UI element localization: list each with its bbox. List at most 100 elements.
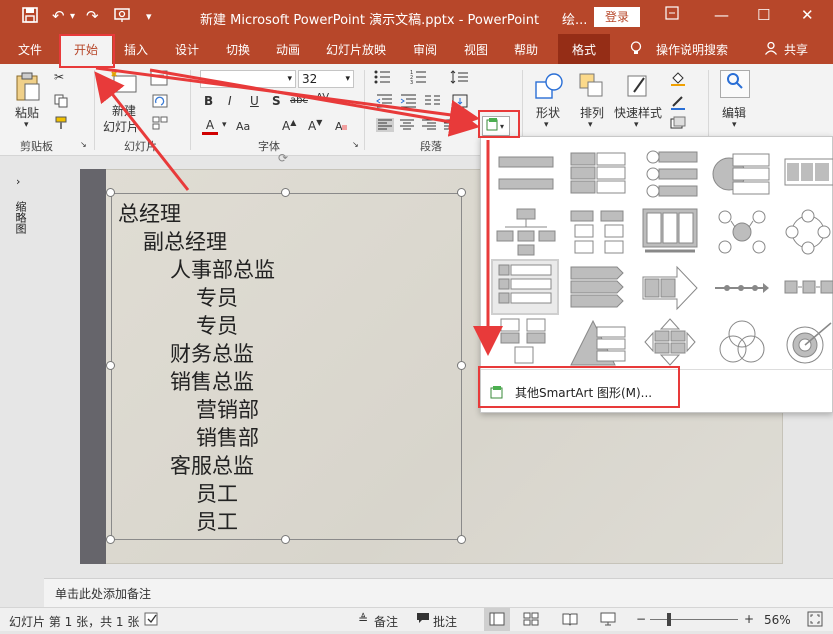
new-slide-label-2[interactable]: 幻灯片 (103, 118, 139, 135)
shadow-icon[interactable]: S (272, 94, 281, 108)
notes-icon[interactable]: ≜ (358, 612, 368, 626)
editing-button[interactable]: 编辑 (722, 104, 746, 121)
tab-transitions[interactable]: 切换 (226, 41, 250, 58)
format-painter-icon[interactable] (54, 116, 70, 133)
tab-insert[interactable]: 插入 (124, 41, 148, 58)
resize-handle[interactable] (457, 535, 466, 544)
outline-item[interactable]: 销售部 (196, 422, 259, 452)
redo-icon[interactable]: ↷ (86, 7, 99, 25)
resize-handle[interactable] (281, 535, 290, 544)
smartart-org-chart-thumb[interactable] (495, 207, 557, 257)
smartart-table-list-thumb[interactable] (783, 149, 833, 199)
slide-sorter-icon[interactable] (523, 612, 539, 629)
resize-handle[interactable] (281, 188, 290, 197)
outline-item[interactable]: 人事部总监 (170, 254, 275, 284)
paste-dropdown-icon[interactable]: ▾ (24, 120, 29, 130)
paste-button[interactable]: 粘贴 (15, 104, 39, 121)
shape-button[interactable]: 形状 (536, 104, 560, 121)
paste-icon[interactable] (14, 72, 42, 105)
columns-icon[interactable] (424, 94, 442, 111)
smartart-basic-list-thumb[interactable] (495, 149, 557, 199)
present-icon[interactable] (114, 7, 132, 27)
section-icon[interactable] (152, 116, 168, 133)
bullets-icon[interactable] (374, 70, 396, 87)
smartart-arrow-process-thumb[interactable] (639, 263, 701, 313)
increase-indent-icon[interactable] (400, 94, 418, 111)
tab-animations[interactable]: 动画 (276, 41, 300, 58)
zoom-in-icon[interactable]: + (744, 612, 754, 626)
outline-item[interactable]: 员工 (196, 506, 238, 536)
tell-me-search[interactable]: 操作说明搜索 (656, 41, 728, 58)
new-slide-label-1[interactable]: 新建 (112, 102, 136, 119)
smartart-venn-thumb[interactable] (711, 317, 773, 367)
text-direction-icon[interactable] (452, 94, 474, 111)
smartart-circle-list-thumb[interactable] (711, 149, 773, 199)
tab-format[interactable]: 格式 (558, 34, 610, 64)
align-text-icon[interactable] (462, 118, 476, 135)
outline-item[interactable]: 专员 (196, 310, 238, 340)
outline-item[interactable]: 销售总监 (170, 366, 254, 396)
smartart-stacked-list-thumb[interactable] (639, 149, 701, 199)
ribbon-display-icon[interactable] (665, 6, 679, 24)
outline-item[interactable]: 总经理 (118, 198, 181, 228)
expand-pane-icon[interactable]: › (16, 175, 20, 188)
arrange-button[interactable]: 排列 (580, 104, 604, 121)
shrink-font-icon[interactable]: A▼ (308, 118, 322, 133)
smartart-target-thumb[interactable] (783, 317, 833, 367)
share-button[interactable]: 共享 (784, 41, 808, 58)
outline-item[interactable]: 员工 (196, 478, 238, 508)
thumbnail-label[interactable]: 缩略图 (12, 201, 28, 234)
grow-font-icon[interactable]: A▲ (282, 118, 296, 133)
align-right-icon[interactable] (420, 118, 438, 135)
smartart-pyramid-list-thumb[interactable] (567, 317, 629, 367)
comment-icon[interactable] (416, 612, 430, 627)
clear-format-icon[interactable]: A (334, 118, 348, 135)
smartart-basic-process-thumb[interactable] (783, 263, 833, 313)
layout-icon[interactable] (150, 70, 168, 89)
rotate-handle-icon[interactable]: ⟳ (278, 151, 296, 169)
line-spacing-icon[interactable] (450, 70, 472, 87)
tab-view[interactable]: 视图 (464, 41, 488, 58)
undo-dropdown-icon[interactable]: ▾ (70, 11, 75, 22)
smartart-picture-list-thumb[interactable] (495, 317, 557, 367)
zoom-slider-thumb[interactable] (667, 613, 671, 626)
font-color-dropdown-icon[interactable]: ▾ (222, 120, 227, 130)
outline-item[interactable]: 专员 (196, 282, 238, 312)
zoom-out-icon[interactable]: − (636, 612, 646, 626)
outline-item[interactable]: 副总经理 (143, 226, 227, 256)
find-icon[interactable] (720, 70, 750, 98)
justify-icon[interactable] (442, 118, 460, 135)
tab-file[interactable]: 文件 (18, 41, 42, 58)
align-left-icon[interactable] (376, 118, 394, 135)
minimize-icon[interactable]: — (714, 6, 729, 24)
normal-view-icon[interactable] (484, 608, 510, 631)
smartart-hierarchy-list-thumb[interactable] (567, 207, 629, 257)
zoom-level[interactable]: 56% (764, 613, 791, 627)
smartart-horizontal-bullet-thumb[interactable] (491, 259, 559, 315)
clipboard-launcher-icon[interactable]: ↘ (80, 140, 87, 149)
font-size-select[interactable]: 32 ▾ (298, 70, 354, 88)
maximize-icon[interactable]: ☐ (757, 6, 770, 24)
font-launcher-icon[interactable]: ↘ (352, 140, 359, 149)
resize-handle[interactable] (106, 361, 115, 370)
tab-design[interactable]: 设计 (175, 41, 199, 58)
cut-icon[interactable]: ✂ (54, 70, 64, 84)
change-case-icon[interactable]: Aa (236, 120, 250, 133)
slideshow-icon[interactable] (600, 612, 616, 629)
resize-handle[interactable] (106, 188, 115, 197)
smartart-diverging-arrows-thumb[interactable] (639, 317, 701, 367)
new-slide-icon[interactable] (110, 70, 138, 99)
smartart-radial-cluster-thumb[interactable] (711, 207, 773, 257)
smartart-column-list-thumb[interactable] (639, 207, 701, 257)
user-icon[interactable] (764, 41, 778, 58)
strikethrough-icon[interactable]: abc (290, 95, 308, 106)
character-spacing-icon[interactable]: AV (316, 92, 329, 103)
smartart-timeline-thumb[interactable] (711, 263, 773, 313)
outline-item[interactable]: 营销部 (196, 394, 259, 424)
notes-pane[interactable]: 单击此处添加备注 (44, 578, 833, 607)
spellcheck-icon[interactable] (144, 612, 160, 629)
underline-icon[interactable]: U (250, 94, 259, 108)
tab-review[interactable]: 审阅 (413, 41, 437, 58)
italic-icon[interactable]: I (228, 94, 232, 108)
numbering-icon[interactable]: 123 (410, 70, 432, 87)
